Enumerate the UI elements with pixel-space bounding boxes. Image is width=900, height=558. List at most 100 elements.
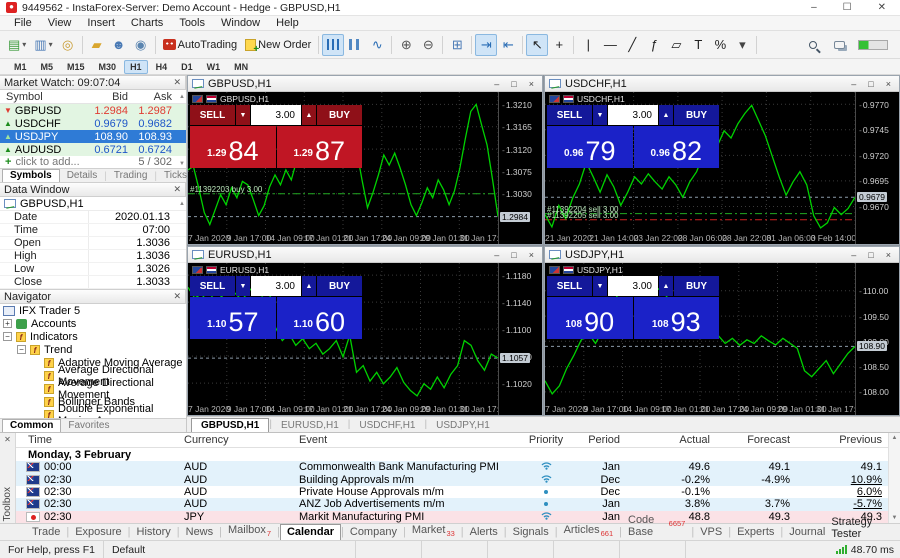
chart-tab-usdjpy-h1[interactable]: USDJPY,H1	[427, 419, 499, 432]
tab-details[interactable]: Details	[60, 170, 105, 182]
volume-input[interactable]: 3.00	[251, 105, 301, 125]
menu-charts[interactable]: Charts	[123, 17, 171, 29]
chart-plot[interactable]: USDJPY,H1 SELL ▼ 3.00 ▲ BUY 108 90 108 93 7 Jan 20…	[545, 263, 855, 415]
timeframe-m30[interactable]: M30	[93, 60, 123, 74]
objects-dropdown-button[interactable]: ▾	[731, 34, 753, 56]
bars-chart-button[interactable]	[322, 33, 345, 56]
connection-button[interactable]	[854, 34, 892, 56]
chart-window-eurusd[interactable]: EURUSD,H1– □ × EURUSD,H1 SELL ▼ 3.00 ▲ BUY 1.10 57…	[187, 246, 543, 416]
sell-price[interactable]: 1.29 84	[190, 126, 276, 168]
maximize-icon[interactable]: □	[864, 79, 877, 89]
volume-decrease-button[interactable]: ▼	[593, 276, 607, 296]
price-axis[interactable]: 110.00109.50109.00108.50108.00108.90	[855, 263, 899, 415]
minimize-button[interactable]: –	[811, 2, 817, 13]
community-button[interactable]: ☻	[108, 34, 130, 56]
minimize-icon[interactable]: –	[490, 79, 503, 89]
volume-increase-button[interactable]: ▲	[659, 276, 673, 296]
volume-input[interactable]: 3.00	[251, 276, 301, 296]
column-priority[interactable]: Priority	[520, 434, 572, 446]
bottom-tab-mailbox[interactable]: Mailbox 7	[222, 523, 277, 540]
tab-symbols[interactable]: Symbols	[2, 169, 60, 182]
chart-tab-usdchf-h1[interactable]: USDCHF,H1	[350, 419, 424, 432]
minimize-icon[interactable]: –	[490, 250, 503, 260]
time-axis[interactable]: 7 Jan 2020 9 Jan 17:00 14 Jan 09:00 17 Jan …	[545, 402, 855, 415]
column-ask[interactable]: Ask	[128, 91, 172, 103]
timeframe-m15[interactable]: M15	[61, 60, 91, 74]
timeframe-h4[interactable]: H4	[150, 60, 174, 74]
one-click-trading-widget[interactable]: SELL ▼ 3.00 ▲ BUY 1.29 84 1.29 87	[190, 105, 362, 168]
minimize-icon[interactable]: –	[847, 250, 860, 260]
column-time[interactable]: Time	[16, 434, 184, 446]
time-axis[interactable]: 7 Jan 2020 9 Jan 17:00 14 Jan 09:00 17 Jan …	[188, 231, 498, 244]
fibonacci-button[interactable]: ƒ	[643, 34, 665, 56]
trendline-button[interactable]: ╱	[621, 34, 643, 56]
tree-item-accounts[interactable]: + Accounts	[0, 317, 186, 330]
tree-item-average-directional-movement[interactable]: f Average Directional Movement	[0, 377, 186, 401]
menu-window[interactable]: Window	[213, 17, 268, 29]
column-bid[interactable]: Bid	[72, 91, 128, 103]
maximize-icon[interactable]: □	[507, 250, 520, 260]
sell-price[interactable]: 108 90	[547, 297, 633, 339]
signals-broadcast-button[interactable]: ◉	[130, 34, 152, 56]
volume-increase-button[interactable]: ▲	[302, 105, 316, 125]
maximize-icon[interactable]: □	[864, 250, 877, 260]
expander-icon[interactable]: −	[17, 345, 26, 354]
buy-price[interactable]: 108 93	[633, 297, 719, 339]
crosshair-button[interactable]: +	[548, 34, 570, 56]
close-icon[interactable]: ×	[882, 79, 895, 89]
menu-file[interactable]: File	[6, 17, 40, 29]
market-watch-row[interactable]: ▲ USDJPY 108.90 108.93	[0, 130, 186, 143]
zoom-in-button[interactable]: ⊕	[395, 34, 417, 56]
wallet-button[interactable]: ▰	[86, 34, 108, 56]
tab-favorites[interactable]: Favorites	[61, 420, 116, 432]
timeframe-h1[interactable]: H1	[124, 59, 148, 74]
sell-button[interactable]: SELL	[547, 276, 592, 296]
text-label-button[interactable]: T	[687, 34, 709, 56]
volume-increase-button[interactable]: ▲	[302, 276, 316, 296]
chart-tab-gbpusd-h1[interactable]: GBPUSD,H1	[191, 418, 270, 432]
timeframe-w1[interactable]: W1	[201, 60, 227, 74]
new-order-button[interactable]: New Order	[241, 34, 315, 56]
column-currency[interactable]: Currency	[184, 434, 299, 446]
expander-icon[interactable]: +	[3, 319, 12, 328]
buy-price[interactable]: 1.29 87	[276, 126, 362, 168]
chart-plot[interactable]: EURUSD,H1 SELL ▼ 3.00 ▲ BUY 1.10 57 1.10 60 7 Jan …	[188, 263, 498, 415]
menu-tools[interactable]: Tools	[171, 17, 213, 29]
bottom-tab-calendar[interactable]: Calendar	[279, 524, 342, 540]
zoom-out-button[interactable]: ⊖	[417, 34, 439, 56]
scroll-up-icon[interactable]: ▲	[892, 435, 898, 441]
candles-chart-button[interactable]	[344, 34, 366, 56]
menu-view[interactable]: View	[40, 17, 80, 29]
close-icon[interactable]: ×	[882, 250, 895, 260]
scroll-up-icon[interactable]: ▲	[179, 201, 185, 207]
chart-plot[interactable]: USDCHF,H1 SELL ▼ 3.00 ▲ BUY 0.96 79 0.96 82 #11392…	[545, 92, 855, 244]
tree-item-trend[interactable]: − f Trend	[0, 343, 186, 356]
price-axis[interactable]: 1.11801.11401.11001.10601.10201.1057	[498, 263, 542, 415]
scroll-down-icon[interactable]: ▼	[179, 161, 185, 167]
new-chart-button[interactable]: ▤ ▾	[4, 34, 30, 56]
volume-decrease-button[interactable]: ▼	[593, 105, 607, 125]
market-watch-close-icon[interactable]: ✕	[173, 77, 181, 88]
tree-item-double-exponential-moving-av[interactable]: f Double Exponential Moving Av	[0, 403, 186, 418]
chart-window-titlebar[interactable]: GBPUSD,H1 – □ ×	[188, 76, 542, 92]
navigator-close-icon[interactable]: ✕	[173, 291, 181, 302]
sell-price[interactable]: 1.10 57	[190, 297, 276, 339]
data-window-close-icon[interactable]: ✕	[173, 184, 181, 195]
chart-window-usdchf[interactable]: USDCHF,H1– □ × USDCHF,H1 SELL ▼ 3.00 ▲ BUY 0.96 79…	[544, 75, 900, 245]
click-to-add-row[interactable]: + click to add... 5 / 302 ▼	[0, 156, 186, 168]
volume-input[interactable]: 3.00	[608, 276, 658, 296]
calendar-scrollbar[interactable]: ▲ ▼	[888, 433, 900, 523]
calendar-row[interactable]: 00:00 AUD Commonwealth Bank Manufacturing …	[16, 461, 888, 474]
calendar-row[interactable]: 02:30 JPY Markit Manufacturing PMI Jan 48.8 4…	[16, 510, 888, 523]
timeframe-mn[interactable]: MN	[228, 60, 254, 74]
one-click-trading-widget[interactable]: SELL ▼ 3.00 ▲ BUY 108 90 108 93	[547, 276, 719, 339]
bottom-tab-signals[interactable]: Signals	[507, 525, 555, 540]
one-click-trading-widget[interactable]: SELL ▼ 3.00 ▲ BUY 0.96 79 0.96 82	[547, 105, 719, 168]
bottom-tab-code-base[interactable]: Code Base 6657	[622, 513, 691, 540]
sell-button[interactable]: SELL	[547, 105, 592, 125]
line-chart-button[interactable]: ∿	[366, 34, 388, 56]
market-watch-row[interactable]: ▲ AUDUSD 0.6721 0.6724	[0, 143, 186, 156]
chart-tab-eurusd-h1[interactable]: EURUSD,H1	[272, 419, 348, 432]
volume-decrease-button[interactable]: ▼	[236, 276, 250, 296]
column-actual[interactable]: Actual	[620, 434, 710, 446]
